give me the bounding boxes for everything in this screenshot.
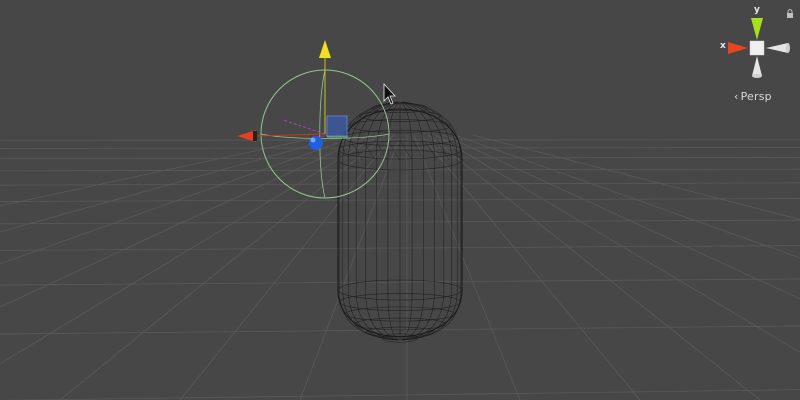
arrow-cursor-icon — [383, 82, 396, 105]
scene-viewport[interactable]: y x ‹ Persp — [0, 0, 800, 400]
